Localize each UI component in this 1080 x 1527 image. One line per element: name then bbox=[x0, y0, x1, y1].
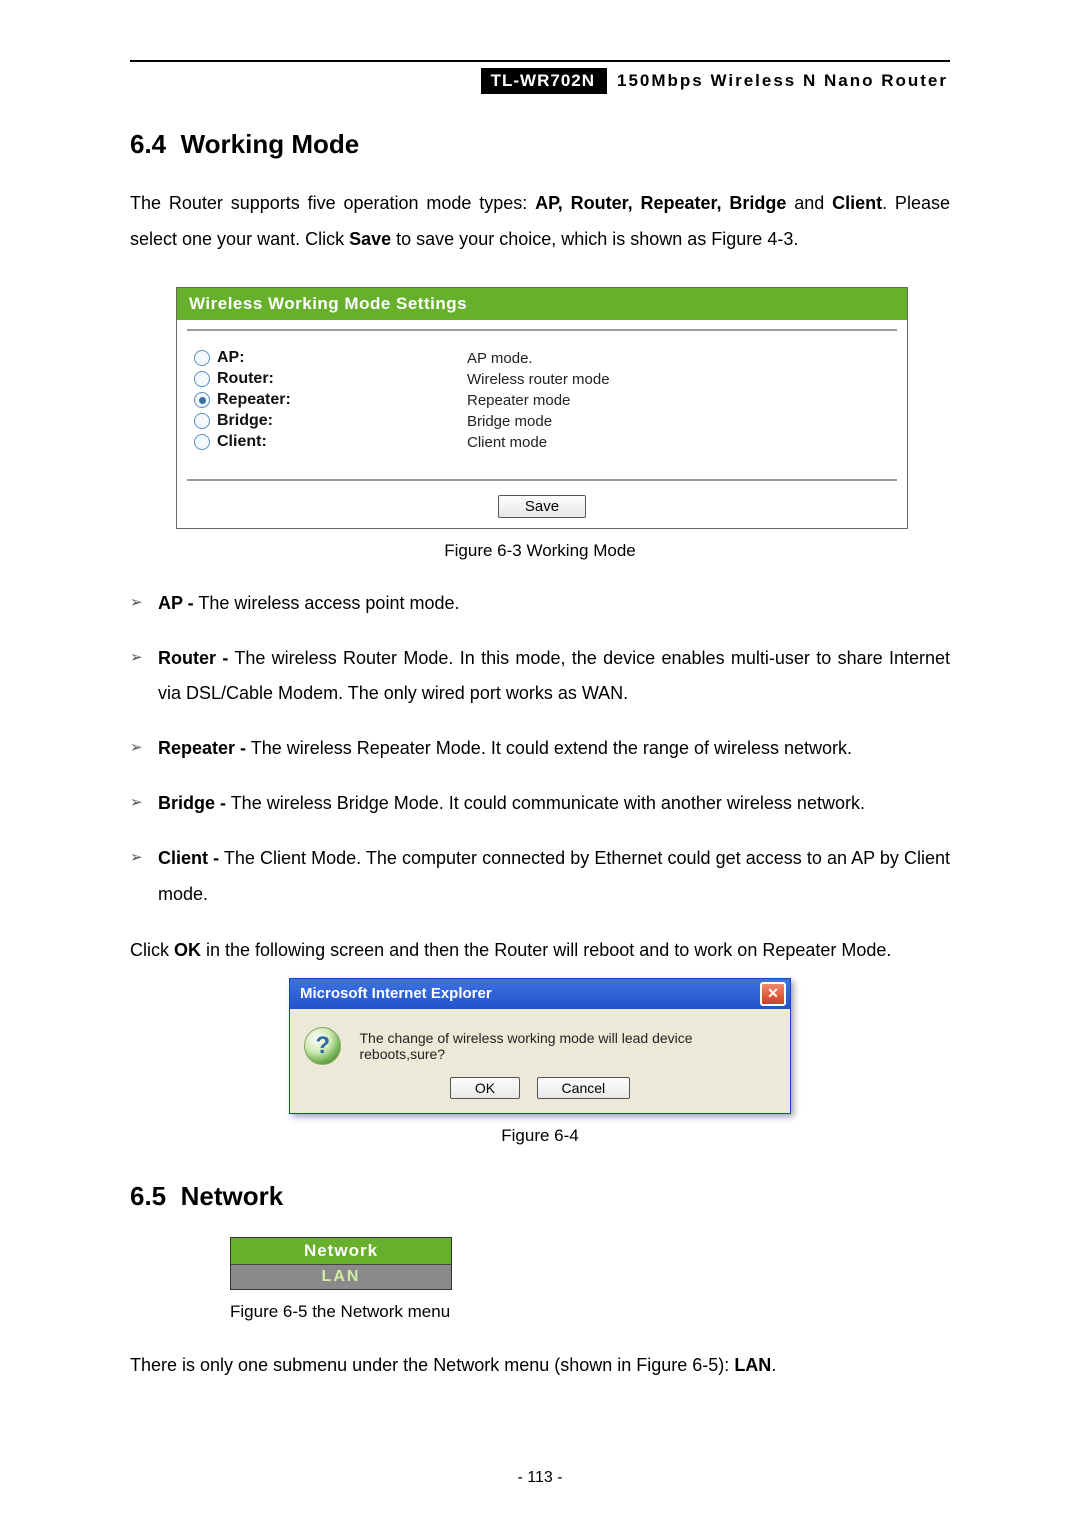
dialog-titlebar: Microsoft Internet Explorer ✕ bbox=[290, 979, 790, 1009]
after-list-ok-bold: OK bbox=[174, 940, 201, 960]
mode-option-label: AP: bbox=[217, 349, 467, 367]
list-item-text: The wireless Bridge Mode. It could commu… bbox=[226, 793, 865, 813]
panel-divider-top bbox=[187, 329, 897, 331]
intro-pre: The Router supports five operation mode … bbox=[130, 193, 535, 213]
mode-option-desc: Repeater mode bbox=[467, 392, 570, 409]
list-item: Router - The wireless Router Mode. In th… bbox=[158, 641, 950, 711]
dialog-message: The change of wireless working mode will… bbox=[359, 1030, 776, 1062]
section-6-5-heading: 6.5 Network bbox=[130, 1181, 950, 1212]
intro-tail: to save your choice, which is shown as F… bbox=[391, 229, 798, 249]
network-menu-item-lan[interactable]: LAN bbox=[231, 1264, 451, 1289]
after-list-pre: Click bbox=[130, 940, 174, 960]
section-6-4-number: 6.4 bbox=[130, 129, 166, 159]
list-item-text: The wireless Repeater Mode. It could ext… bbox=[246, 738, 852, 758]
intro-modes-bold: AP, Router, Repeater, Bridge bbox=[535, 193, 786, 213]
list-item-lead: Router - bbox=[158, 648, 228, 668]
section-6-4-heading: 6.4 Working Mode bbox=[130, 129, 950, 160]
panel-title: Wireless Working Mode Settings bbox=[177, 288, 907, 320]
net-para-lan-bold: LAN bbox=[734, 1355, 771, 1375]
mode-option-label: Router: bbox=[217, 370, 467, 388]
dialog-title-text: Microsoft Internet Explorer bbox=[300, 985, 492, 1002]
network-paragraph: There is only one submenu under the Netw… bbox=[130, 1347, 950, 1383]
save-button[interactable]: Save bbox=[498, 495, 586, 518]
net-para-pre: There is only one submenu under the Netw… bbox=[130, 1355, 734, 1375]
network-menu-header: Network bbox=[231, 1238, 451, 1264]
list-item-lead: AP - bbox=[158, 593, 194, 613]
after-list-paragraph: Click OK in the following screen and the… bbox=[130, 932, 950, 968]
panel-divider-bottom bbox=[187, 479, 897, 481]
radio-icon[interactable] bbox=[187, 392, 217, 408]
header: TL-WR702N 150Mbps Wireless N Nano Router bbox=[130, 68, 950, 94]
mode-option-row[interactable]: Client:Client mode bbox=[187, 433, 908, 451]
mode-option-desc: AP mode. bbox=[467, 350, 533, 367]
radio-icon[interactable] bbox=[187, 371, 217, 387]
mode-option-desc: Wireless router mode bbox=[467, 371, 610, 388]
section-6-5-title: Network bbox=[181, 1181, 284, 1211]
list-item-lead: Repeater - bbox=[158, 738, 246, 758]
confirm-dialog: Microsoft Internet Explorer ✕ ? The chan… bbox=[289, 978, 791, 1114]
mode-option-desc: Client mode bbox=[467, 434, 547, 451]
radio-icon[interactable] bbox=[187, 350, 217, 366]
intro-paragraph: The Router supports five operation mode … bbox=[130, 185, 950, 257]
list-item-text: The wireless Router Mode. In this mode, … bbox=[158, 648, 950, 703]
question-icon: ? bbox=[304, 1027, 341, 1065]
intro-save-bold: Save bbox=[349, 229, 391, 249]
close-icon[interactable]: ✕ bbox=[760, 982, 786, 1006]
mode-option-row[interactable]: Repeater:Repeater mode bbox=[187, 391, 908, 409]
working-mode-panel: Wireless Working Mode Settings AP:AP mod… bbox=[176, 287, 908, 529]
dialog-body: ? The change of wireless working mode wi… bbox=[290, 1009, 790, 1071]
list-item: Bridge - The wireless Bridge Mode. It co… bbox=[158, 786, 950, 821]
header-divider bbox=[130, 60, 950, 62]
mode-description-list: AP - The wireless access point mode. Rout… bbox=[130, 586, 950, 912]
section-6-4-title: Working Mode bbox=[181, 129, 360, 159]
list-item-text: The wireless access point mode. bbox=[194, 593, 460, 613]
list-item: AP - The wireless access point mode. bbox=[158, 586, 950, 621]
after-list-post: in the following screen and then the Rou… bbox=[201, 940, 891, 960]
list-item: Repeater - The wireless Repeater Mode. I… bbox=[158, 731, 950, 766]
list-item-lead: Bridge - bbox=[158, 793, 226, 813]
radio-icon[interactable] bbox=[187, 413, 217, 429]
mode-option-row[interactable]: AP:AP mode. bbox=[187, 349, 908, 367]
figure-6-5-caption: Figure 6-5 the Network menu bbox=[230, 1302, 950, 1322]
model-badge: TL-WR702N bbox=[481, 68, 607, 94]
mode-option-row[interactable]: Bridge:Bridge mode bbox=[187, 412, 908, 430]
model-desc: 150Mbps Wireless N Nano Router bbox=[607, 68, 950, 94]
list-item-lead: Client - bbox=[158, 848, 219, 868]
dialog-buttons: OK Cancel bbox=[290, 1071, 790, 1113]
mode-option-desc: Bridge mode bbox=[467, 413, 552, 430]
intro-and: and bbox=[786, 193, 832, 213]
cancel-button[interactable]: Cancel bbox=[537, 1077, 631, 1099]
ok-button[interactable]: OK bbox=[450, 1077, 520, 1099]
list-item-text: The Client Mode. The computer connected … bbox=[158, 848, 950, 903]
figure-6-3-caption: Figure 6-3 Working Mode bbox=[130, 541, 950, 561]
mode-option-label: Repeater: bbox=[217, 391, 467, 409]
net-para-post: . bbox=[771, 1355, 776, 1375]
page-number: - 113 - bbox=[0, 1469, 1080, 1487]
network-menu-figure: Network LAN bbox=[230, 1237, 452, 1290]
list-item: Client - The Client Mode. The computer c… bbox=[158, 841, 950, 911]
mode-option-label: Bridge: bbox=[217, 412, 467, 430]
mode-option-label: Client: bbox=[217, 433, 467, 451]
radio-icon[interactable] bbox=[187, 434, 217, 450]
section-6-5-number: 6.5 bbox=[130, 1181, 166, 1211]
figure-6-4-caption: Figure 6-4 bbox=[130, 1126, 950, 1146]
options-table: AP:AP mode.Router:Wireless router modeRe… bbox=[177, 341, 908, 464]
mode-option-row[interactable]: Router:Wireless router mode bbox=[187, 370, 908, 388]
intro-client-bold: Client bbox=[832, 193, 882, 213]
